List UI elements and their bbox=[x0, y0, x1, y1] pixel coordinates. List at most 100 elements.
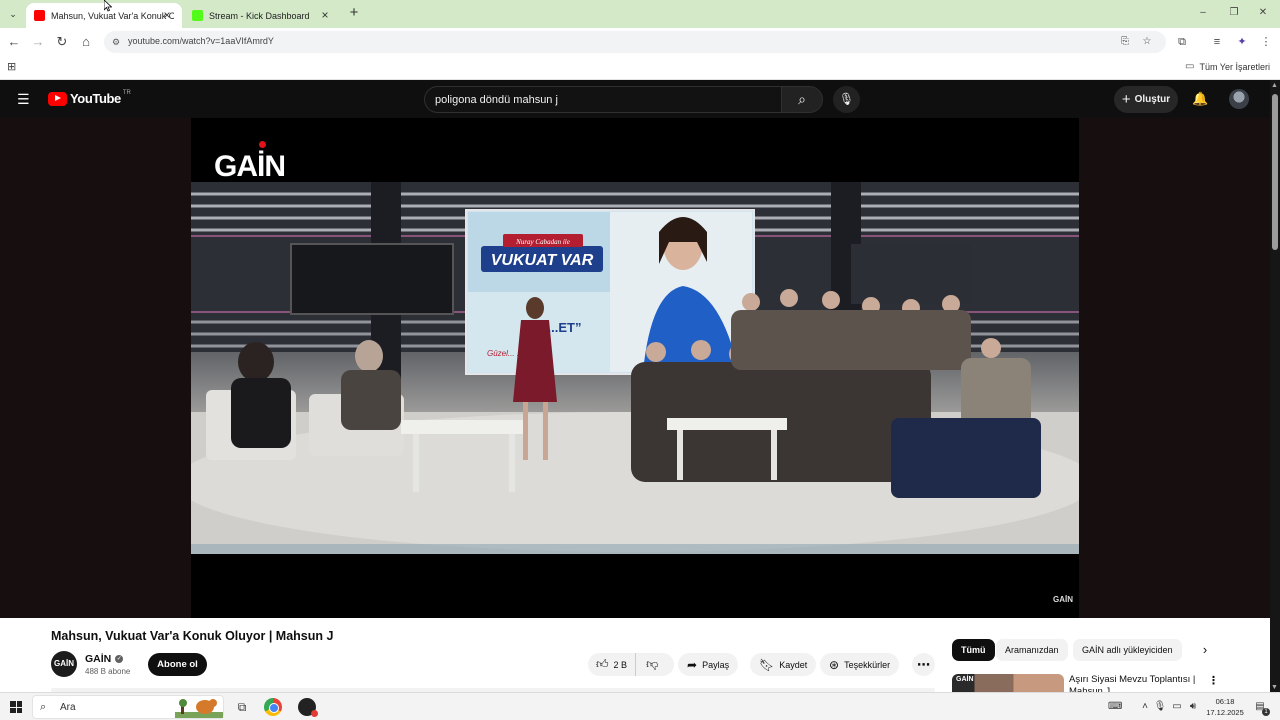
windows-start-icon[interactable] bbox=[10, 701, 22, 713]
more-dots-icon: ⋯ bbox=[917, 656, 930, 672]
network-icon[interactable]: ▭ bbox=[1170, 700, 1184, 714]
page-scrollbar[interactable]: ▲ ▼ bbox=[1270, 80, 1280, 692]
chip-from-uploader[interactable]: GAİN adlı yükleyiciden bbox=[1073, 639, 1182, 661]
close-window-icon[interactable]: ✕ bbox=[1254, 5, 1272, 21]
address-bar[interactable]: ⚙ youtube.com/watch?v=1aaVIfAmrdY ⎘ ☆ bbox=[104, 31, 1166, 53]
bookmark-star-icon[interactable]: ☆ bbox=[1140, 35, 1154, 49]
clock-time: 06:18 bbox=[1215, 697, 1235, 706]
search-button[interactable]: ⌕ bbox=[781, 86, 823, 113]
reload-icon[interactable]: ↻ bbox=[54, 34, 70, 50]
recommendation-thumbnail[interactable]: GAİN bbox=[952, 674, 1064, 692]
create-button[interactable]: + Oluştur bbox=[1114, 86, 1178, 113]
tab-kick-dashboard[interactable]: Stream - Kick Dashboard × bbox=[184, 3, 340, 28]
hamburger-menu-icon[interactable]: ☰ bbox=[17, 92, 31, 106]
chip-all[interactable]: Tümü bbox=[952, 639, 995, 661]
all-bookmarks-label: Tüm Yer İşaretleri bbox=[1199, 61, 1270, 72]
browser-toolbar: ← → ↻ ⌂ ⚙ youtube.com/watch?v=1aaVIfAmrd… bbox=[0, 28, 1280, 56]
watch-metadata: Mahsun, Vukuat Var'a Konuk Oluyor | Mahs… bbox=[0, 618, 1270, 692]
chrome-icon[interactable] bbox=[264, 698, 282, 716]
folder-icon: ▭ bbox=[1185, 61, 1195, 72]
mouse-cursor-icon bbox=[104, 0, 112, 12]
share-button[interactable]: ➦ Paylaş bbox=[678, 653, 739, 676]
minimize-icon[interactable]: – bbox=[1194, 5, 1212, 21]
location-pin-icon bbox=[259, 141, 266, 148]
scrollbar-thumb[interactable] bbox=[1272, 94, 1278, 250]
like-button[interactable]: 👍︎ 2 B bbox=[588, 653, 637, 676]
search-icon: ⌕ bbox=[40, 701, 47, 713]
taskbar-clock[interactable]: 06:18 17.12.2025 bbox=[1204, 696, 1246, 718]
search-query-text[interactable]: poligona döndü mahsun j bbox=[435, 94, 558, 106]
region-code: TR bbox=[122, 89, 131, 96]
thanks-label: Teşekkürler bbox=[844, 659, 891, 670]
scroll-up-arrow-icon[interactable]: ▲ bbox=[1271, 82, 1278, 89]
player-area: GAİN VUKUAT VAR Nuray Cabadan ile “...ET… bbox=[0, 118, 1270, 618]
clock-date: 17.12.2025 bbox=[1206, 708, 1244, 717]
keyboard-layout-icon[interactable]: ⌨ bbox=[1108, 700, 1122, 714]
channel-name[interactable]: GAİN ✓ bbox=[85, 653, 124, 665]
plus-icon: + bbox=[1121, 91, 1131, 108]
extensions-icon[interactable]: ⧉ bbox=[1174, 34, 1190, 50]
bookmark-icon: 🔖︎ bbox=[759, 657, 775, 672]
search-highlight-art-icon bbox=[175, 699, 223, 718]
channel-avatar[interactable]: GAİN bbox=[51, 651, 77, 677]
show-logo-subtitle: Nuray Cabadan ile bbox=[515, 238, 570, 246]
share-arrow-icon: ➦ bbox=[687, 657, 698, 672]
obs-studio-icon[interactable] bbox=[298, 698, 318, 717]
taskbar-search-input[interactable]: ⌕ Ara bbox=[32, 695, 224, 719]
back-arrow-icon[interactable]: ← bbox=[6, 34, 22, 50]
scroll-down-arrow-icon[interactable]: ▼ bbox=[1271, 684, 1278, 691]
tray-chevron-up-icon[interactable]: ˄ bbox=[1138, 700, 1152, 714]
subscribe-button[interactable]: Abone ol bbox=[148, 653, 207, 676]
task-view-icon[interactable]: ⧉ bbox=[233, 698, 251, 716]
video-player[interactable]: GAİN VUKUAT VAR Nuray Cabadan ile “...ET… bbox=[191, 118, 1079, 618]
video-frame: VUKUAT VAR Nuray Cabadan ile “...ET” Güz… bbox=[191, 182, 1079, 554]
save-button[interactable]: 🔖︎ Kaydet bbox=[750, 653, 817, 676]
recommendation-menu-icon[interactable]: ⋮ bbox=[1208, 674, 1219, 687]
thumbs-up-icon: 👍︎ bbox=[596, 657, 609, 671]
tab-search-chevron-icon[interactable]: ⌄ bbox=[5, 6, 21, 22]
chip-from-search[interactable]: Aramanızdan bbox=[996, 639, 1068, 661]
restore-icon[interactable]: ❐ bbox=[1225, 5, 1243, 21]
media-controls-icon[interactable]: ≡ bbox=[1209, 34, 1225, 50]
microphone-tray-icon[interactable]: 🎙 bbox=[1153, 700, 1167, 714]
extension-puzzle-icon[interactable]: ✦ bbox=[1234, 34, 1250, 50]
browser-menu-icon[interactable]: ⋮ bbox=[1258, 34, 1274, 50]
tab-title: Mahsun, Vukuat Var'a Konuk Ol bbox=[51, 10, 174, 21]
dislike-button[interactable]: 👎︎ bbox=[636, 657, 668, 672]
close-tab-icon[interactable]: × bbox=[160, 8, 174, 22]
site-info-icon[interactable]: ⚙ bbox=[112, 36, 124, 48]
video-title: Mahsun, Vukuat Var'a Konuk Oluyor | Mahs… bbox=[51, 629, 334, 643]
channel-name-text[interactable]: GAİN bbox=[85, 653, 111, 665]
chevron-right-icon[interactable]: › bbox=[1197, 641, 1213, 659]
browser-tabstrip: ⌄ Mahsun, Vukuat Var'a Konuk Ol × Stream… bbox=[0, 0, 1280, 28]
youtube-favicon-icon bbox=[34, 10, 45, 21]
all-bookmarks[interactable]: ▭ Tüm Yer İşaretleri bbox=[1185, 61, 1270, 72]
kick-favicon-icon bbox=[192, 10, 203, 21]
taskbar-search-placeholder: Ara bbox=[60, 702, 76, 713]
apps-grid-icon[interactable]: ⊞ bbox=[7, 60, 21, 74]
show-logo-text: VUKUAT VAR bbox=[491, 252, 594, 269]
account-avatar[interactable] bbox=[1229, 89, 1249, 109]
thanks-button[interactable]: ⊛ Teşekkürler bbox=[820, 653, 900, 676]
notifications-bell-icon[interactable]: 🔔 bbox=[1192, 91, 1208, 107]
channel-watermark: GAİN bbox=[214, 141, 286, 184]
microphone-icon: 🎙 bbox=[838, 92, 855, 106]
search-input[interactable]: poligona döndü mahsun j bbox=[424, 86, 782, 113]
voice-search-button[interactable]: 🎙 bbox=[833, 86, 860, 113]
more-actions-button[interactable]: ⋯ bbox=[912, 653, 935, 676]
create-label: Oluştur bbox=[1134, 94, 1171, 105]
new-tab-plus-icon[interactable]: + bbox=[346, 5, 362, 21]
thumbs-down-icon: 👎︎ bbox=[646, 657, 659, 671]
youtube-logo[interactable]: YouTube TR bbox=[48, 89, 131, 106]
install-app-icon[interactable]: ⎘ bbox=[1118, 35, 1132, 49]
home-icon[interactable]: ⌂ bbox=[78, 34, 94, 50]
volume-icon[interactable]: 🔊︎ bbox=[1186, 700, 1200, 714]
search-icon: ⌕ bbox=[798, 91, 806, 107]
recommendation-title[interactable]: Aşırı Siyasi Mevzu Toplantısı | Mahsun J bbox=[1069, 674, 1203, 692]
close-tab-icon[interactable]: × bbox=[318, 8, 332, 22]
forward-arrow-icon[interactable]: → bbox=[30, 34, 46, 50]
like-count: 2 B bbox=[613, 659, 628, 670]
notification-center-icon[interactable]: ▤ 1 bbox=[1253, 700, 1270, 716]
url-text[interactable]: youtube.com/watch?v=1aaVIfAmrdY bbox=[128, 36, 274, 46]
youtube-header: ☰ YouTube TR poligona döndü mahsun j ⌕ 🎙… bbox=[0, 80, 1280, 118]
